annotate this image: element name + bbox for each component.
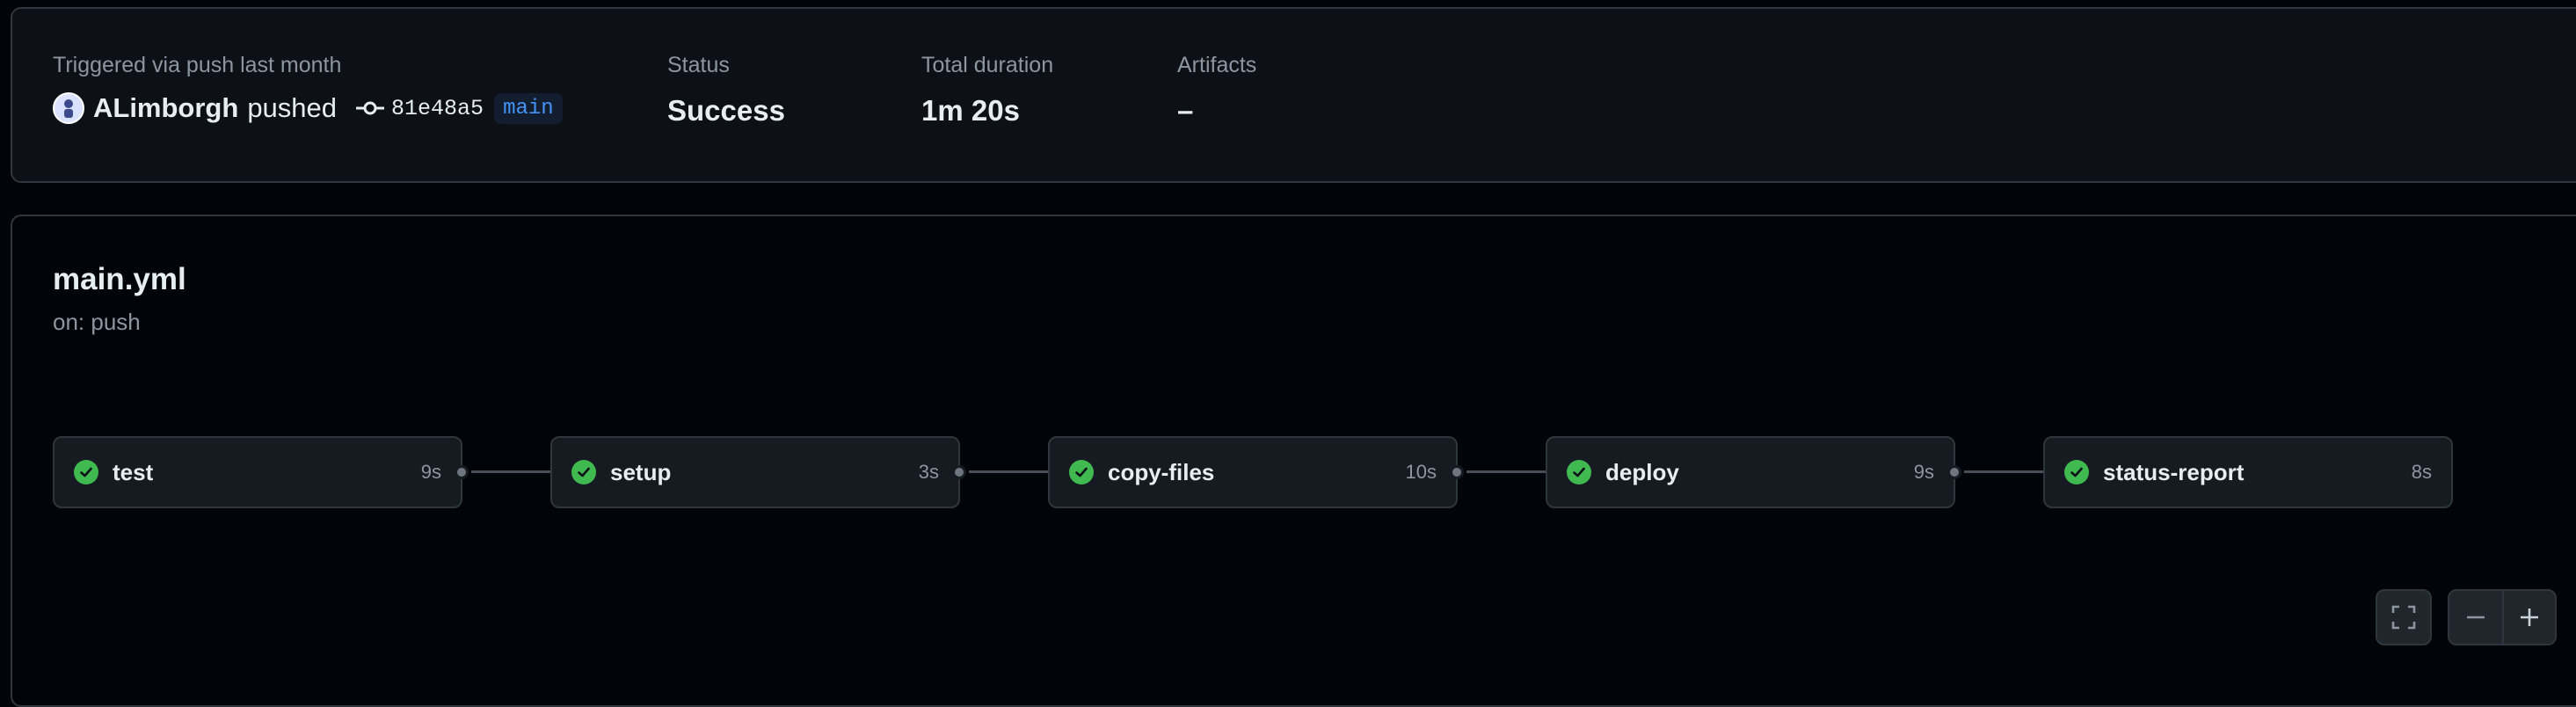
- workflow-graph-panel: main.yml on: push test 9s setup 3s copy-…: [11, 215, 2576, 707]
- job-output-port: [952, 465, 966, 479]
- job-output-port: [455, 465, 469, 479]
- job-node-copy-files[interactable]: copy-files 10s: [1048, 436, 1458, 508]
- job-connector: [1466, 470, 1554, 473]
- success-check-icon: [1567, 460, 1591, 485]
- fullscreen-icon: [2391, 605, 2416, 630]
- job-duration: 10s: [1405, 461, 1437, 483]
- zoom-in-button[interactable]: [2502, 591, 2555, 644]
- job-node-deploy[interactable]: deploy 9s: [1546, 436, 1955, 508]
- success-check-icon: [1069, 460, 1094, 485]
- artifacts-info: Artifacts –: [1177, 53, 1256, 128]
- job-name: copy-files: [1108, 458, 1215, 485]
- artifacts-label: Artifacts: [1177, 53, 1257, 77]
- fullscreen-button[interactable]: [2376, 589, 2432, 645]
- job-connector: [1964, 470, 2052, 473]
- status-value: Success: [667, 94, 785, 127]
- commit-sha-link[interactable]: 81e48a5: [391, 96, 484, 121]
- zoom-out-button[interactable]: [2449, 591, 2502, 644]
- duration-info: Total duration 1m 20s: [921, 53, 1053, 128]
- status-label: Status: [667, 53, 730, 77]
- duration-value: 1m 20s: [921, 94, 1020, 127]
- success-check-icon: [2064, 460, 2089, 485]
- job-connector: [969, 470, 1057, 473]
- user-avatar[interactable]: [53, 92, 84, 124]
- actor-link[interactable]: ALimborgh: [93, 92, 238, 124]
- job-duration: 8s: [2411, 461, 2432, 483]
- success-check-icon: [571, 460, 596, 485]
- job-node-test[interactable]: test 9s: [53, 436, 462, 508]
- action-text: pushed: [247, 92, 338, 123]
- zoom-controls: [2448, 589, 2557, 645]
- branch-badge[interactable]: main: [494, 92, 563, 124]
- job-name: setup: [610, 458, 672, 485]
- success-check-icon: [74, 460, 98, 485]
- trigger-label: Triggered via push last month: [53, 53, 342, 77]
- run-summary-panel: Triggered via push last month ALimborgh …: [11, 7, 2576, 183]
- job-duration: 9s: [420, 461, 441, 483]
- trigger-info: Triggered via push last month ALimborgh …: [53, 53, 563, 124]
- job-duration: 9s: [1913, 461, 1934, 483]
- job-name: status-report: [2103, 458, 2245, 485]
- job-node-setup[interactable]: setup 3s: [550, 436, 960, 508]
- workflow-trigger: on: push: [53, 309, 141, 335]
- zoom-in-icon: [2521, 609, 2538, 626]
- status-info: Status Success: [667, 53, 785, 128]
- zoom-out-icon: [2467, 616, 2485, 619]
- job-output-port: [1450, 465, 1464, 479]
- job-output-port: [1947, 465, 1961, 479]
- job-node-status-report[interactable]: status-report 8s: [2043, 436, 2453, 508]
- duration-label: Total duration: [921, 53, 1054, 77]
- job-duration: 3s: [918, 461, 939, 483]
- job-name: test: [113, 458, 154, 485]
- artifacts-value: –: [1177, 94, 1194, 127]
- workflow-file-title: main.yml: [53, 262, 186, 296]
- avatar-icon: [64, 99, 73, 118]
- job-name: deploy: [1605, 458, 1679, 485]
- trigger-row: ALimborgh pushed 81e48a5 main: [53, 92, 563, 124]
- job-connector: [471, 470, 559, 473]
- commit-icon: [356, 99, 385, 117]
